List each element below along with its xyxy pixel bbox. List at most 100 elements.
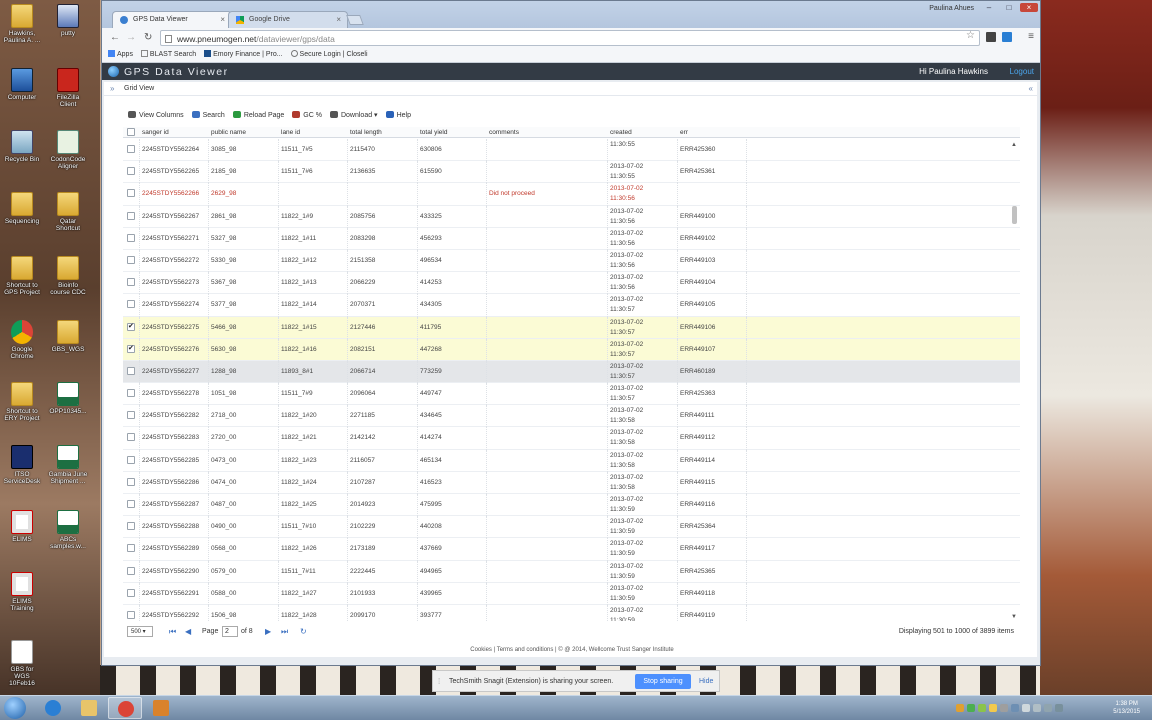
tray-icon[interactable] <box>978 704 986 712</box>
desktop-icon[interactable]: Google Chrome <box>2 320 42 360</box>
table-row[interactable]: 2245STDY5562288 0490_00 11511_7#10 2102229 4… <box>123 516 1020 539</box>
logout-link[interactable]: Logout <box>1010 67 1034 76</box>
table-row[interactable]: 2245STDY5562283 2720_00 11822_1#21 2142142 4… <box>123 427 1020 450</box>
close-window-icon[interactable]: × <box>1020 3 1038 12</box>
row-checkbox[interactable] <box>127 233 135 242</box>
table-row[interactable]: 2245STDY5562290 0579_00 11511_7#11 2222445 4… <box>123 560 1020 583</box>
toolbar-button-help[interactable]: Help <box>385 111 411 119</box>
reload-icon[interactable]: ↻ <box>144 32 152 43</box>
column-header-created[interactable]: created <box>610 129 632 136</box>
tray-icon[interactable] <box>989 704 997 712</box>
row-checkbox[interactable] <box>127 411 135 420</box>
column-header-total-length[interactable]: total length <box>350 129 382 136</box>
extension-icon[interactable] <box>986 32 996 42</box>
taskbar-item-explorer[interactable] <box>72 697 106 719</box>
grid-scrollbar[interactable]: ▲ ▼ <box>1011 142 1019 620</box>
table-row[interactable]: 2245STDY5562285 0473_00 11822_1#23 2116057 4… <box>123 449 1020 472</box>
table-row[interactable]: 2245STDY5562278 1051_98 11511_7#9 2096064 44… <box>123 383 1020 406</box>
bookmark-secure-login[interactable]: Secure Login | Closeli <box>290 50 368 58</box>
forward-arrow-icon[interactable]: → <box>126 32 136 43</box>
row-checkbox[interactable] <box>127 278 135 287</box>
new-tab-button[interactable] <box>346 15 364 25</box>
toolbar-button-gc[interactable]: GC % <box>292 111 322 119</box>
bookmark-emory-finance[interactable]: Emory Finance | Pro... <box>204 50 283 58</box>
row-checkbox[interactable] <box>127 522 135 531</box>
column-header-err[interactable]: err <box>680 129 688 136</box>
refresh-icon[interactable]: ↻ <box>300 627 307 636</box>
column-header-comments[interactable]: comments <box>489 129 519 136</box>
toolbar-button-view-columns[interactable]: View Columns <box>128 111 184 119</box>
table-row[interactable]: 2245STDY5562271 5327_98 11822_1#11 2083298 4… <box>123 227 1020 250</box>
scroll-up-icon[interactable]: ▲ <box>1011 142 1017 148</box>
table-row[interactable]: 2245STDY5562292 1506_98 11822_1#28 2099170 3… <box>123 604 1020 621</box>
hide-link[interactable]: Hide <box>699 678 713 685</box>
bookmark-apps[interactable]: Apps <box>108 50 133 58</box>
tab-gps-data-viewer[interactable]: GPS Data Viewer × <box>112 11 232 28</box>
first-page-icon[interactable]: ⏮ <box>169 627 176 637</box>
toolbar-button-search[interactable]: Search <box>191 111 225 119</box>
column-header-sanger-id[interactable]: sanger id <box>142 129 169 136</box>
desktop-icon[interactable]: putty <box>48 4 88 37</box>
scrollbar-thumb[interactable] <box>1012 206 1017 224</box>
desktop-icon[interactable]: CodonCode Aligner <box>48 130 88 170</box>
close-tab-icon[interactable]: × <box>336 15 341 24</box>
row-checkbox[interactable] <box>127 566 135 575</box>
row-checkbox[interactable] <box>127 588 135 597</box>
desktop-icon[interactable]: ABCs samples.w... <box>48 510 88 550</box>
desktop-icon[interactable]: Shortcut to ERY Project <box>2 382 42 422</box>
tray-icon[interactable] <box>1044 704 1052 712</box>
desktop-icon[interactable]: Shortcut to GPS Project <box>2 256 42 296</box>
desktop-icon[interactable]: OPP10345... <box>48 382 88 415</box>
desktop-icon[interactable]: Sequencing <box>2 192 42 225</box>
stop-sharing-button[interactable]: Stop sharing <box>635 674 691 689</box>
clock[interactable]: 1:38 PM 5/13/2015 <box>1113 700 1140 716</box>
table-row[interactable]: 2245STDY5562282 2718_00 11822_1#20 2271185 4… <box>123 405 1020 428</box>
row-checkbox[interactable] <box>127 433 135 442</box>
row-checkbox[interactable] <box>127 145 135 153</box>
table-row[interactable]: 2245STDY5562276 5630_98 11822_1#16 2082151 4… <box>123 338 1020 361</box>
taskbar-item-chrome[interactable] <box>108 697 142 719</box>
column-header-public-name[interactable]: public name <box>211 129 246 136</box>
desktop-icon[interactable]: Computer <box>2 68 42 101</box>
minimize-icon[interactable]: – <box>982 3 996 12</box>
desktop-icon[interactable]: FileZilla Client <box>48 68 88 108</box>
tray-icon[interactable] <box>1022 704 1030 712</box>
column-header-lane-id[interactable]: lane id <box>281 129 300 136</box>
tray-icon[interactable] <box>1011 704 1019 712</box>
expand-left-icon[interactable]: » <box>110 84 114 93</box>
drag-handle-icon[interactable]: ⁞ <box>438 677 440 686</box>
row-checkbox[interactable] <box>127 167 135 176</box>
column-header-total-yield[interactable]: total yield <box>420 129 447 136</box>
tray-icon[interactable] <box>1000 704 1008 712</box>
tab-google-drive[interactable]: Google Drive × <box>228 11 348 28</box>
row-checkbox[interactable] <box>127 366 135 375</box>
tray-icon[interactable] <box>967 704 975 712</box>
bookmark-star-icon[interactable]: ☆ <box>966 30 975 41</box>
row-checkbox[interactable] <box>127 211 135 220</box>
desktop-icon[interactable]: GBS for WGS 10Feb16 <box>2 640 42 687</box>
taskbar-item-ie[interactable] <box>36 697 70 719</box>
row-checkbox[interactable] <box>127 322 135 331</box>
desktop-icon[interactable]: GBS_WGS <box>48 320 88 353</box>
table-row[interactable]: 2245STDY5562291 0588_00 11822_1#27 2101933 4… <box>123 582 1020 605</box>
close-tab-icon[interactable]: × <box>220 15 225 24</box>
row-checkbox[interactable] <box>127 389 135 398</box>
row-checkbox[interactable] <box>127 344 135 353</box>
tray-icon[interactable] <box>956 704 964 712</box>
tray-icon[interactable] <box>1055 704 1063 712</box>
scroll-down-icon[interactable]: ▼ <box>1011 614 1017 620</box>
row-checkbox[interactable] <box>127 189 135 198</box>
table-row[interactable]: 2245STDY5562273 5367_98 11822_1#13 2066229 4… <box>123 272 1020 295</box>
desktop-icon[interactable]: ELIMS <box>2 510 42 543</box>
table-row[interactable]: 2245STDY5562265 2185_98 11511_7#6 2136635 61… <box>123 161 1020 184</box>
table-row[interactable]: 2245STDY5562287 0487_00 11822_1#25 2014923 4… <box>123 494 1020 517</box>
row-checkbox[interactable] <box>127 610 135 619</box>
toolbar-button-download[interactable]: Download ▾ <box>329 111 378 119</box>
row-checkbox[interactable] <box>127 500 135 508</box>
page-number-input[interactable]: 2 <box>222 626 238 637</box>
tray-icon[interactable] <box>1033 704 1041 712</box>
desktop-icon[interactable]: Qatar Shortcut <box>48 192 88 232</box>
row-checkbox[interactable] <box>127 544 135 553</box>
start-button[interactable] <box>4 697 26 719</box>
table-row[interactable]: 2245STDY5562266 2629_98 Did not proceed 201… <box>123 183 1020 206</box>
